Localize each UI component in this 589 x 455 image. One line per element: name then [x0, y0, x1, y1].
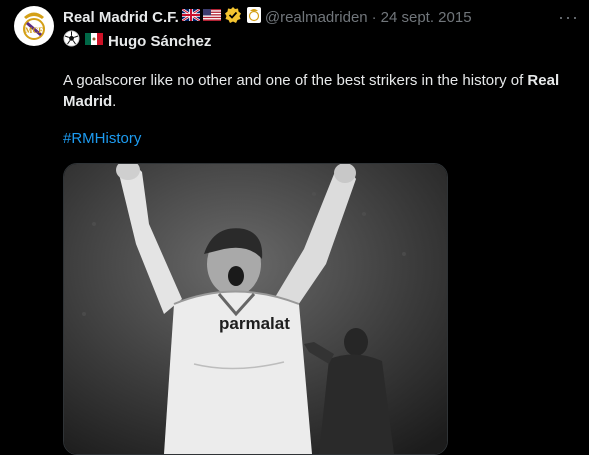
hashtag-link[interactable]: #RMHistory	[63, 130, 141, 147]
tweet-subtitle: Hugo Sánchez	[63, 30, 212, 52]
club-crest-icon	[246, 6, 261, 28]
uk-flag-icon	[181, 8, 201, 26]
mexico-flag-icon	[85, 32, 103, 50]
author-display-name[interactable]: Real Madrid C.F.	[63, 9, 179, 26]
tweet-text-end: .	[112, 93, 117, 110]
author-handle[interactable]: @realmadriden	[265, 9, 368, 26]
player-name: Hugo Sánchez	[108, 32, 212, 50]
tweet-text: A goalscorer like no other and one of th…	[63, 70, 578, 112]
soccer-ball-icon	[63, 30, 80, 52]
tweet-header: Real Madrid C.F. @realmadriden · 24 sept…	[63, 6, 472, 29]
us-flag-icon	[202, 8, 221, 26]
real-madrid-crest-icon: MCF	[23, 12, 45, 40]
shirt-sponsor-text: parmalat	[219, 314, 290, 333]
more-options-button[interactable]: ···	[558, 7, 579, 28]
verified-badge-icon[interactable]	[224, 6, 242, 29]
tweet-text-body: A goalscorer like no other and one of th…	[63, 72, 528, 89]
tweet-photo[interactable]: parmalat	[63, 163, 448, 455]
celebrating-player-photo: parmalat	[64, 164, 447, 454]
tweet-date[interactable]: 24 sept. 2015	[381, 9, 472, 26]
svg-text:MCF: MCF	[25, 26, 43, 35]
date-separator: ·	[371, 8, 377, 26]
author-avatar[interactable]: MCF	[14, 6, 54, 46]
